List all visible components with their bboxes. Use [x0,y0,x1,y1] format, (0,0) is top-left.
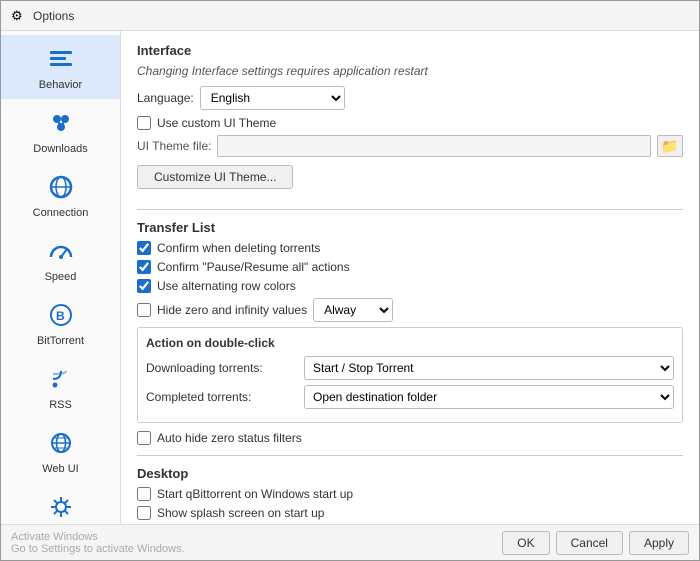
hide-zero-select[interactable]: Always Never When idle [313,298,393,322]
double-click-subsection: Action on double-click Downloading torre… [137,327,683,423]
restart-note: Changing Interface settings requires app… [137,64,683,78]
auto-hide-row: Auto hide zero status filters [137,431,683,445]
language-select[interactable]: English French German Spanish [200,86,345,110]
start-qbit-checkbox[interactable] [137,487,151,501]
interface-section: Interface Changing Interface settings re… [137,43,683,199]
use-custom-theme-checkbox[interactable] [137,116,151,130]
sidebar-item-speed[interactable]: Speed [1,227,120,291]
downloading-torrents-row: Downloading torrents: Start / Stop Torre… [146,356,674,380]
auto-hide-checkbox[interactable] [137,431,151,445]
sidebar-label-speed: Speed [45,271,77,283]
sidebar-item-downloads[interactable]: Downloads [1,99,120,163]
desktop-section: Desktop Start qBittorrent on Windows sta… [137,466,683,520]
show-splash-label: Show splash screen on start up [157,506,324,520]
language-label: Language: [137,91,194,105]
transfer-list-section: Transfer List Confirm when deleting torr… [137,220,683,445]
sidebar-item-webui[interactable]: Web UI [1,419,120,483]
alternating-rows-label: Use alternating row colors [157,279,296,293]
downloading-label: Downloading torrents: [146,361,296,375]
rss-icon [45,363,77,395]
window-icon: ⚙ [11,8,27,24]
sidebar-item-behavior[interactable]: Behavior ➤ [1,35,120,99]
sidebar-label-downloads: Downloads [33,143,87,155]
downloads-icon [45,107,77,139]
speed-icon [45,235,77,267]
confirm-pause-row: Confirm "Pause/Resume all" actions [137,260,683,274]
sidebar-label-behavior: Behavior [39,79,82,91]
use-custom-theme-row: Use custom UI Theme [137,116,683,130]
behavior-icon [45,43,77,75]
svg-text:B: B [56,309,65,323]
activate-text: Activate WindowsGo to Settings to activa… [11,531,185,555]
webui-icon [45,427,77,459]
theme-file-row: UI Theme file: 📁 [137,135,683,157]
sidebar-label-connection: Connection [33,207,89,219]
divider-1 [137,209,683,210]
desktop-title: Desktop [137,466,683,481]
sidebar: Behavior ➤ Downloads [1,31,121,524]
sidebar-label-rss: RSS [49,399,72,411]
activate-windows-note: Activate WindowsGo to Settings to activa… [11,531,496,555]
hide-zero-row: Hide zero and infinity values Always Nev… [137,298,683,322]
connection-icon [45,171,77,203]
divider-2 [137,455,683,456]
completed-select[interactable]: Open destination folder Open None [304,385,674,409]
alternating-rows-row: Use alternating row colors [137,279,683,293]
completed-torrents-row: Completed torrents: Open destination fol… [146,385,674,409]
theme-file-input[interactable] [217,135,651,157]
options-window: ⚙ Options Behavior ➤ [0,0,700,561]
completed-label: Completed torrents: [146,390,296,404]
content-area: Interface Changing Interface settings re… [121,31,699,524]
sidebar-item-rss[interactable]: RSS [1,355,120,419]
sidebar-label-webui: Web UI [42,463,78,475]
double-click-title: Action on double-click [146,336,674,350]
ok-button[interactable]: OK [502,531,549,555]
footer-bar: Activate WindowsGo to Settings to activa… [1,524,699,560]
show-splash-row: Show splash screen on start up [137,506,683,520]
sidebar-item-advanced[interactable]: Advanced [1,483,120,524]
language-row: Language: English French German Spanish [137,86,683,110]
confirm-pause-label: Confirm "Pause/Resume all" actions [157,260,350,274]
sidebar-item-connection[interactable]: Connection [1,163,120,227]
bittorrent-icon: B [45,299,77,331]
interface-title: Interface [137,43,683,58]
confirm-delete-row: Confirm when deleting torrents [137,241,683,255]
downloading-select[interactable]: Start / Stop Torrent Open None [304,356,674,380]
alternating-rows-checkbox[interactable] [137,279,151,293]
advanced-icon [45,491,77,523]
show-splash-checkbox[interactable] [137,506,151,520]
title-bar: ⚙ Options [1,1,699,31]
cancel-button[interactable]: Cancel [556,531,623,555]
customize-theme-btn[interactable]: Customize UI Theme... [137,165,293,189]
sidebar-item-bittorrent[interactable]: B BitTorrent [1,291,120,355]
auto-hide-label: Auto hide zero status filters [157,431,302,445]
theme-file-label: UI Theme file: [137,139,211,153]
confirm-delete-label: Confirm when deleting torrents [157,241,320,255]
main-content: Behavior ➤ Downloads [1,31,699,524]
confirm-pause-checkbox[interactable] [137,260,151,274]
theme-file-browse-btn[interactable]: 📁 [657,135,683,157]
hide-zero-checkbox[interactable] [137,303,151,317]
transfer-list-title: Transfer List [137,220,683,235]
apply-button[interactable]: Apply [629,531,689,555]
start-qbit-label: Start qBittorrent on Windows start up [157,487,353,501]
use-custom-theme-label: Use custom UI Theme [157,116,276,130]
confirm-delete-checkbox[interactable] [137,241,151,255]
hide-zero-label: Hide zero and infinity values [157,303,307,317]
sidebar-label-bittorrent: BitTorrent [37,335,84,347]
start-qbit-row: Start qBittorrent on Windows start up [137,487,683,501]
customize-btn-row: Customize UI Theme... [137,165,683,199]
window-title: Options [33,9,74,23]
